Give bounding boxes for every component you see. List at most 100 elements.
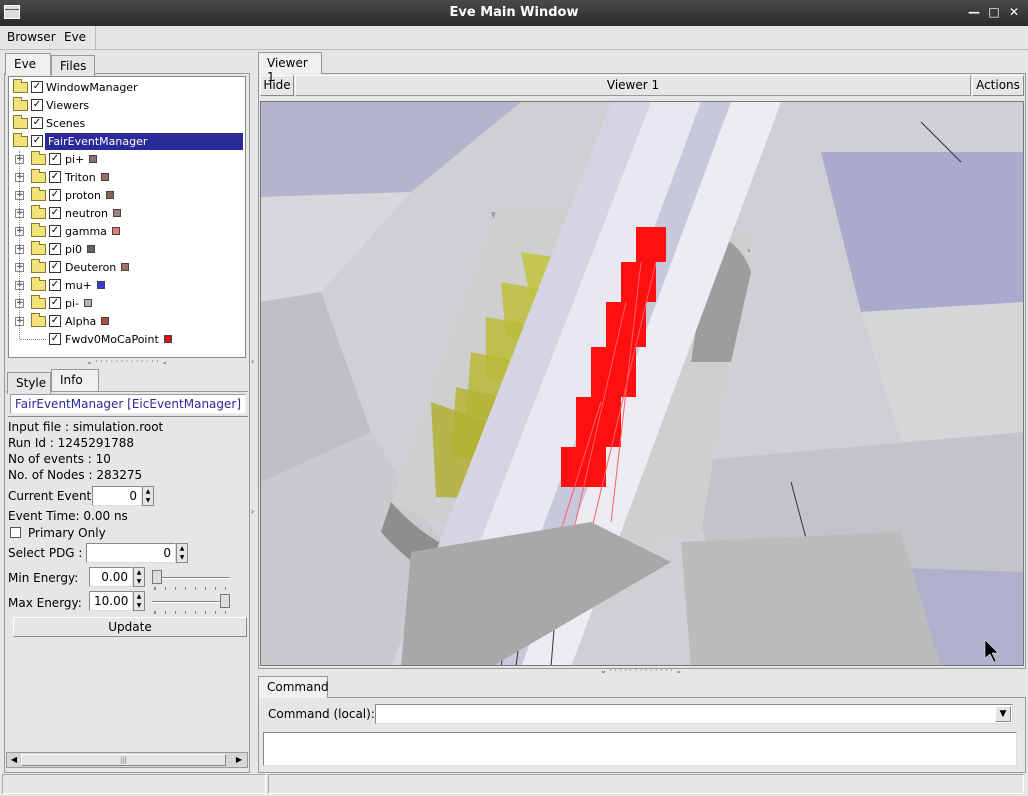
visibility-checkbox[interactable]: ✓ xyxy=(49,333,61,345)
visibility-checkbox[interactable]: ✓ xyxy=(49,243,61,255)
color-swatch[interactable] xyxy=(84,299,92,307)
status-cell-2 xyxy=(268,774,1024,794)
tree-item-pi-[interactable]: + ✓ pi+ xyxy=(9,151,245,168)
actions-button[interactable]: Actions xyxy=(972,75,1024,96)
color-swatch[interactable] xyxy=(97,281,105,289)
tree-item-alpha[interactable]: + ✓ Alpha xyxy=(9,313,245,330)
tree-item-gamma[interactable]: + ✓ gamma xyxy=(9,223,245,240)
scroll-thumb[interactable]: ||| xyxy=(21,754,226,766)
minimize-icon[interactable]: — xyxy=(966,4,982,20)
tree-item-label: Fwdv0MoCaPoint xyxy=(65,333,159,346)
tab-command[interactable]: Command xyxy=(258,676,329,698)
update-button[interactable]: Update xyxy=(13,617,247,637)
command-dropdown-icon[interactable]: ▼ xyxy=(995,706,1011,722)
tab-files[interactable]: Files xyxy=(51,55,95,77)
tree-item-pi0[interactable]: + ✓ pi0 xyxy=(9,241,245,258)
current-event-label: Current Event: xyxy=(8,489,96,503)
tree-item-fwdv0mocapoint[interactable]: ✓ Fwdv0MoCaPoint xyxy=(9,331,245,348)
tree-item-label: mu+ xyxy=(65,279,92,292)
visibility-checkbox[interactable]: ✓ xyxy=(49,225,61,237)
command-input[interactable]: ▼ xyxy=(375,704,1013,724)
current-event-input[interactable]: 0 xyxy=(92,486,142,506)
tree-item-neutron[interactable]: + ✓ neutron xyxy=(9,205,245,222)
tree-item-label: neutron xyxy=(65,207,109,220)
tree-guide-line xyxy=(19,151,20,339)
visibility-checkbox[interactable]: ✓ xyxy=(31,81,43,93)
visibility-checkbox[interactable]: ✓ xyxy=(49,261,61,273)
visibility-checkbox[interactable]: ✓ xyxy=(49,189,61,201)
color-swatch[interactable] xyxy=(101,317,109,325)
splitter-handle[interactable]: ⌄ · · · · · · · · · · · · · ⌄ xyxy=(75,358,179,366)
info-header: FairEventManager [EicEventManager] xyxy=(10,394,246,414)
tree-item-mu-[interactable]: + ✓ mu+ xyxy=(9,277,245,294)
tree-item-label: Viewers xyxy=(46,99,90,112)
visibility-checkbox[interactable]: ✓ xyxy=(49,297,61,309)
visibility-checkbox[interactable]: ✓ xyxy=(49,171,61,183)
primary-only-checkbox[interactable] xyxy=(10,527,21,538)
scroll-left-icon[interactable]: ◀ xyxy=(8,754,20,766)
close-icon[interactable]: ✕ xyxy=(1006,4,1022,20)
current-event-spinner[interactable]: ▲ ▼ xyxy=(142,486,154,506)
tab-viewer-1[interactable]: Viewer 1 xyxy=(258,52,322,84)
color-swatch[interactable] xyxy=(113,209,121,217)
visibility-checkbox[interactable]: ✓ xyxy=(49,315,61,327)
folder-icon xyxy=(31,187,46,201)
color-swatch[interactable] xyxy=(121,263,129,271)
tab-info[interactable]: Info xyxy=(51,369,99,391)
tree-item-label: pi0 xyxy=(65,243,83,256)
tree-item-proton[interactable]: + ✓ proton xyxy=(9,187,245,204)
left-panel-scrollbar[interactable]: ◀ ||| ▶ xyxy=(6,752,248,768)
maximize-icon[interactable]: □ xyxy=(986,4,1002,20)
tab-style[interactable]: Style xyxy=(7,372,51,394)
max-energy-slider-track[interactable] xyxy=(152,601,230,603)
color-swatch[interactable] xyxy=(164,335,172,343)
visibility-checkbox[interactable]: ✓ xyxy=(49,207,61,219)
command-history[interactable] xyxy=(263,732,1017,766)
no-nodes-text: No. of Nodes : 283275 xyxy=(8,468,143,482)
min-energy-slider-handle[interactable] xyxy=(152,570,162,584)
tree-item-scenes[interactable]: ✓ Scenes xyxy=(9,115,245,132)
folder-icon xyxy=(31,313,46,327)
menu-separator xyxy=(95,26,96,50)
menu-eve[interactable]: Eve xyxy=(64,30,86,44)
tree-item-faireventmanager[interactable]: ✓ FairEventManager xyxy=(9,133,245,150)
max-energy-slider-handle[interactable] xyxy=(220,594,230,608)
color-swatch[interactable] xyxy=(106,191,114,199)
max-energy-slider-ticks xyxy=(154,611,228,614)
vertical-splitter[interactable]: › › xyxy=(250,52,258,772)
max-energy-input[interactable]: 10.00 xyxy=(89,591,133,611)
folder-icon xyxy=(13,97,28,111)
color-swatch[interactable] xyxy=(87,245,95,253)
hide-button[interactable]: Hide xyxy=(260,75,294,96)
select-pdg-spinner[interactable]: ▲ ▼ xyxy=(176,543,188,563)
color-swatch[interactable] xyxy=(112,227,120,235)
tree-item-deuteron[interactable]: + ✓ Deuteron xyxy=(9,259,245,276)
tree-item-label: Triton xyxy=(65,171,96,184)
tree-item-viewers[interactable]: ✓ Viewers xyxy=(9,97,245,114)
select-pdg-input[interactable]: 0 xyxy=(86,543,176,563)
tree-item-pi-[interactable]: + ✓ pi- xyxy=(9,295,245,312)
max-energy-spinner[interactable]: ▲ ▼ xyxy=(133,591,145,611)
eve-list-tree[interactable]: ✓ WindowManager ✓ Viewers ✓ Scenes ✓ Fai… xyxy=(8,76,246,358)
visibility-checkbox[interactable]: ✓ xyxy=(49,279,61,291)
visibility-checkbox[interactable]: ✓ xyxy=(31,117,43,129)
gl-viewer-3d-scene[interactable] xyxy=(260,101,1024,666)
tree-item-triton[interactable]: + ✓ Triton xyxy=(9,169,245,186)
scroll-right-icon[interactable]: ▶ xyxy=(233,754,245,766)
folder-icon xyxy=(31,151,46,165)
visibility-checkbox[interactable]: ✓ xyxy=(49,153,61,165)
visibility-checkbox[interactable]: ✓ xyxy=(31,135,43,147)
tree-item-windowmanager[interactable]: ✓ WindowManager xyxy=(9,79,245,96)
menu-browser[interactable]: Browser xyxy=(7,30,56,44)
folder-icon xyxy=(31,259,46,273)
min-energy-input[interactable]: 0.00 xyxy=(89,567,133,587)
color-swatch[interactable] xyxy=(89,155,97,163)
leaf-connector xyxy=(20,339,46,340)
viewer-splitter-handle[interactable]: ⌄ · · · · · · · · · · · · · ⌄ xyxy=(588,667,694,675)
color-swatch[interactable] xyxy=(101,173,109,181)
min-energy-spinner[interactable]: ▲ ▼ xyxy=(133,567,145,587)
min-energy-slider-track[interactable] xyxy=(152,577,230,579)
visibility-checkbox[interactable]: ✓ xyxy=(31,99,43,111)
splitter-arrow-icon: › xyxy=(251,357,255,366)
tab-eve[interactable]: Eve xyxy=(5,53,51,75)
